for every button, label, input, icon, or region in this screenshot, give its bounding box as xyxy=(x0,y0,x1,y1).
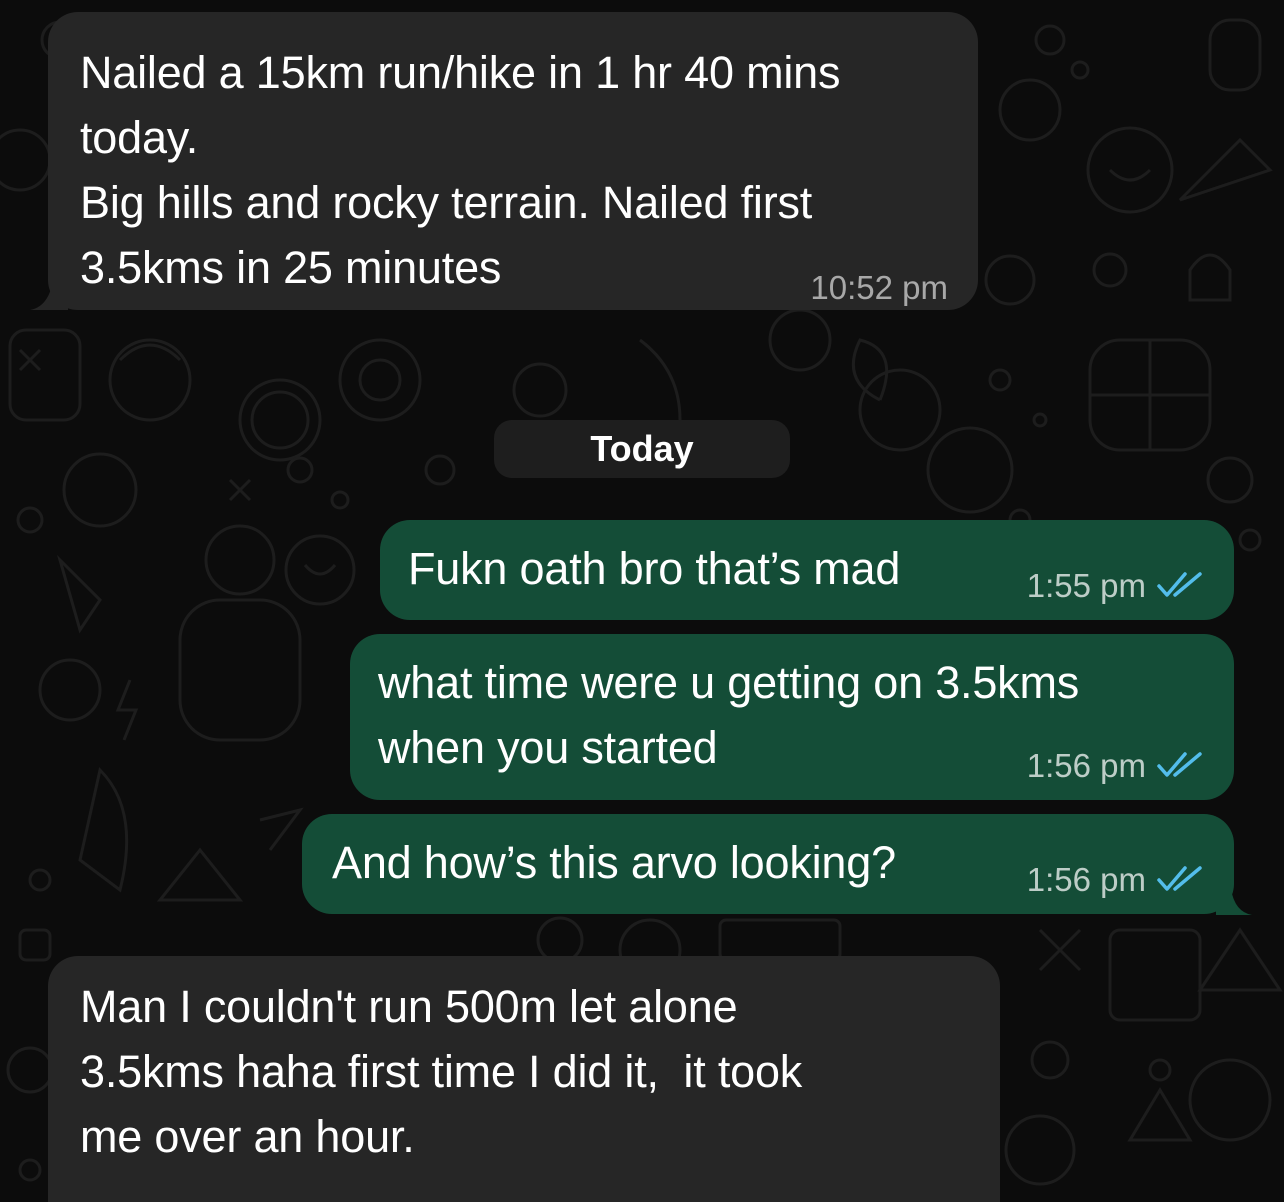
bubble-tail-outgoing xyxy=(1216,875,1252,915)
message-bubble-incoming[interactable]: Man I couldn't run 500m let alone 3.5kms… xyxy=(48,956,1000,1202)
chat-view: Nailed a 15km run/hike in 1 hr 40 mins t… xyxy=(0,0,1284,1202)
message-bubble-outgoing[interactable]: Fukn oath bro that’s mad 1:55 pm xyxy=(380,520,1234,620)
message-bubble-outgoing[interactable]: And how’s this arvo looking? 1:56 pm xyxy=(302,814,1234,914)
message-meta: 1:56 pm xyxy=(1027,860,1206,902)
date-divider: Today xyxy=(494,420,790,478)
message-timestamp: 1:56 pm xyxy=(1026,861,1146,898)
message-meta: 1:55 pm xyxy=(1027,566,1206,608)
message-timestamp: 1:56 pm xyxy=(1026,747,1146,784)
message-meta: 1:56 pm xyxy=(1027,746,1206,788)
message-bubble-outgoing[interactable]: what time were u getting on 3.5kms when … xyxy=(350,634,1234,800)
message-text: Nailed a 15km run/hike in 1 hr 40 mins t… xyxy=(80,47,841,293)
double-check-icon xyxy=(1156,862,1206,902)
message-timestamp: 10:52 pm xyxy=(810,269,948,306)
bubble-tail-incoming xyxy=(30,270,68,310)
message-text: Man I couldn't run 500m let alone 3.5kms… xyxy=(80,981,803,1162)
message-timestamp: 1:55 pm xyxy=(1026,567,1146,604)
message-text: And how’s this arvo looking? xyxy=(332,837,896,888)
message-text: Fukn oath bro that’s mad xyxy=(408,543,901,594)
double-check-icon xyxy=(1156,748,1206,788)
double-check-icon xyxy=(1156,568,1206,608)
message-bubble-incoming[interactable]: Nailed a 15km run/hike in 1 hr 40 mins t… xyxy=(48,12,978,310)
